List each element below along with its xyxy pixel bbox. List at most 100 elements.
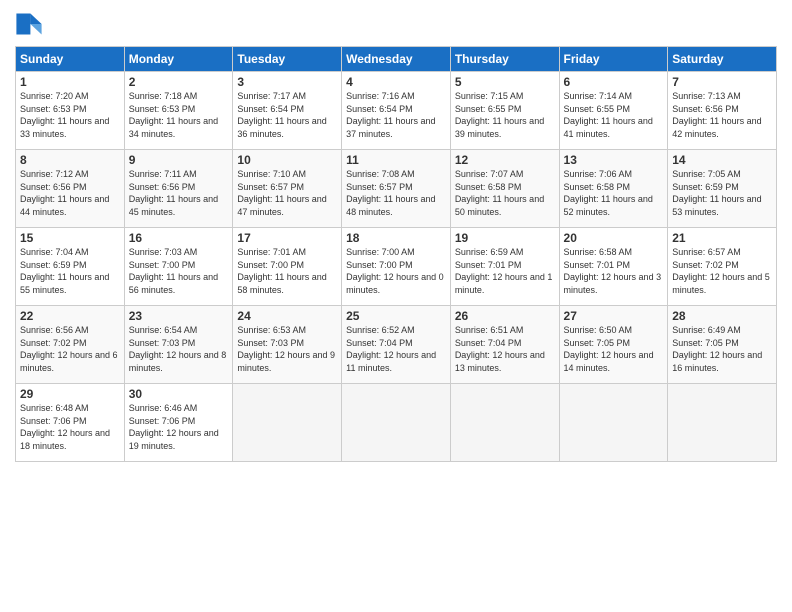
day-number: 23 (129, 309, 229, 323)
day-info: Sunrise: 6:51 AM Sunset: 7:04 PM Dayligh… (455, 324, 555, 374)
calendar-week-3: 15 Sunrise: 7:04 AM Sunset: 6:59 PM Dayl… (16, 228, 777, 306)
calendar-cell: 30 Sunrise: 6:46 AM Sunset: 7:06 PM Dayl… (124, 384, 233, 462)
calendar-cell: 2 Sunrise: 7:18 AM Sunset: 6:53 PM Dayli… (124, 72, 233, 150)
calendar-cell: 9 Sunrise: 7:11 AM Sunset: 6:56 PM Dayli… (124, 150, 233, 228)
calendar-cell: 12 Sunrise: 7:07 AM Sunset: 6:58 PM Dayl… (450, 150, 559, 228)
calendar-cell: 24 Sunrise: 6:53 AM Sunset: 7:03 PM Dayl… (233, 306, 342, 384)
weekday-header-monday: Monday (124, 47, 233, 72)
day-number: 17 (237, 231, 337, 245)
calendar-cell: 1 Sunrise: 7:20 AM Sunset: 6:53 PM Dayli… (16, 72, 125, 150)
day-info: Sunrise: 7:13 AM Sunset: 6:56 PM Dayligh… (672, 90, 772, 140)
day-number: 19 (455, 231, 555, 245)
weekday-header-friday: Friday (559, 47, 668, 72)
day-number: 2 (129, 75, 229, 89)
day-info: Sunrise: 7:11 AM Sunset: 6:56 PM Dayligh… (129, 168, 229, 218)
day-info: Sunrise: 7:06 AM Sunset: 6:58 PM Dayligh… (564, 168, 664, 218)
calendar-cell: 13 Sunrise: 7:06 AM Sunset: 6:58 PM Dayl… (559, 150, 668, 228)
weekday-header-tuesday: Tuesday (233, 47, 342, 72)
calendar-cell: 25 Sunrise: 6:52 AM Sunset: 7:04 PM Dayl… (342, 306, 451, 384)
day-info: Sunrise: 6:57 AM Sunset: 7:02 PM Dayligh… (672, 246, 772, 296)
day-number: 20 (564, 231, 664, 245)
page: SundayMondayTuesdayWednesdayThursdayFrid… (0, 0, 792, 612)
calendar-cell: 3 Sunrise: 7:17 AM Sunset: 6:54 PM Dayli… (233, 72, 342, 150)
day-number: 18 (346, 231, 446, 245)
day-number: 4 (346, 75, 446, 89)
day-info: Sunrise: 7:16 AM Sunset: 6:54 PM Dayligh… (346, 90, 446, 140)
calendar-cell: 14 Sunrise: 7:05 AM Sunset: 6:59 PM Dayl… (668, 150, 777, 228)
day-info: Sunrise: 6:56 AM Sunset: 7:02 PM Dayligh… (20, 324, 120, 374)
day-number: 24 (237, 309, 337, 323)
calendar-cell: 26 Sunrise: 6:51 AM Sunset: 7:04 PM Dayl… (450, 306, 559, 384)
weekday-header-sunday: Sunday (16, 47, 125, 72)
day-number: 9 (129, 153, 229, 167)
day-info: Sunrise: 7:12 AM Sunset: 6:56 PM Dayligh… (20, 168, 120, 218)
day-info: Sunrise: 7:18 AM Sunset: 6:53 PM Dayligh… (129, 90, 229, 140)
day-number: 29 (20, 387, 120, 401)
header (15, 10, 777, 38)
logo (15, 10, 47, 38)
calendar-cell: 4 Sunrise: 7:16 AM Sunset: 6:54 PM Dayli… (342, 72, 451, 150)
calendar-cell: 7 Sunrise: 7:13 AM Sunset: 6:56 PM Dayli… (668, 72, 777, 150)
calendar-week-2: 8 Sunrise: 7:12 AM Sunset: 6:56 PM Dayli… (16, 150, 777, 228)
calendar-cell: 27 Sunrise: 6:50 AM Sunset: 7:05 PM Dayl… (559, 306, 668, 384)
calendar-cell: 16 Sunrise: 7:03 AM Sunset: 7:00 PM Dayl… (124, 228, 233, 306)
calendar-cell: 17 Sunrise: 7:01 AM Sunset: 7:00 PM Dayl… (233, 228, 342, 306)
day-info: Sunrise: 7:08 AM Sunset: 6:57 PM Dayligh… (346, 168, 446, 218)
day-info: Sunrise: 6:54 AM Sunset: 7:03 PM Dayligh… (129, 324, 229, 374)
calendar-cell (342, 384, 451, 462)
calendar-cell: 20 Sunrise: 6:58 AM Sunset: 7:01 PM Dayl… (559, 228, 668, 306)
calendar-cell (559, 384, 668, 462)
calendar-week-5: 29 Sunrise: 6:48 AM Sunset: 7:06 PM Dayl… (16, 384, 777, 462)
day-number: 26 (455, 309, 555, 323)
day-info: Sunrise: 7:14 AM Sunset: 6:55 PM Dayligh… (564, 90, 664, 140)
day-info: Sunrise: 6:49 AM Sunset: 7:05 PM Dayligh… (672, 324, 772, 374)
calendar-cell: 18 Sunrise: 7:00 AM Sunset: 7:00 PM Dayl… (342, 228, 451, 306)
day-number: 25 (346, 309, 446, 323)
day-info: Sunrise: 6:48 AM Sunset: 7:06 PM Dayligh… (20, 402, 120, 452)
calendar-cell: 5 Sunrise: 7:15 AM Sunset: 6:55 PM Dayli… (450, 72, 559, 150)
day-info: Sunrise: 7:10 AM Sunset: 6:57 PM Dayligh… (237, 168, 337, 218)
day-number: 6 (564, 75, 664, 89)
calendar-cell: 29 Sunrise: 6:48 AM Sunset: 7:06 PM Dayl… (16, 384, 125, 462)
calendar-cell: 21 Sunrise: 6:57 AM Sunset: 7:02 PM Dayl… (668, 228, 777, 306)
day-info: Sunrise: 7:04 AM Sunset: 6:59 PM Dayligh… (20, 246, 120, 296)
day-number: 3 (237, 75, 337, 89)
logo-icon (15, 10, 43, 38)
day-number: 1 (20, 75, 120, 89)
calendar-cell: 11 Sunrise: 7:08 AM Sunset: 6:57 PM Dayl… (342, 150, 451, 228)
day-number: 16 (129, 231, 229, 245)
day-number: 22 (20, 309, 120, 323)
day-info: Sunrise: 7:00 AM Sunset: 7:00 PM Dayligh… (346, 246, 446, 296)
calendar-cell: 6 Sunrise: 7:14 AM Sunset: 6:55 PM Dayli… (559, 72, 668, 150)
day-number: 12 (455, 153, 555, 167)
calendar-cell: 28 Sunrise: 6:49 AM Sunset: 7:05 PM Dayl… (668, 306, 777, 384)
day-info: Sunrise: 7:07 AM Sunset: 6:58 PM Dayligh… (455, 168, 555, 218)
day-info: Sunrise: 6:50 AM Sunset: 7:05 PM Dayligh… (564, 324, 664, 374)
day-number: 14 (672, 153, 772, 167)
calendar-cell: 23 Sunrise: 6:54 AM Sunset: 7:03 PM Dayl… (124, 306, 233, 384)
calendar-cell: 19 Sunrise: 6:59 AM Sunset: 7:01 PM Dayl… (450, 228, 559, 306)
day-number: 7 (672, 75, 772, 89)
day-info: Sunrise: 7:05 AM Sunset: 6:59 PM Dayligh… (672, 168, 772, 218)
weekday-header-thursday: Thursday (450, 47, 559, 72)
day-info: Sunrise: 7:03 AM Sunset: 7:00 PM Dayligh… (129, 246, 229, 296)
weekday-header-row: SundayMondayTuesdayWednesdayThursdayFrid… (16, 47, 777, 72)
calendar-week-1: 1 Sunrise: 7:20 AM Sunset: 6:53 PM Dayli… (16, 72, 777, 150)
day-number: 15 (20, 231, 120, 245)
calendar-week-4: 22 Sunrise: 6:56 AM Sunset: 7:02 PM Dayl… (16, 306, 777, 384)
day-info: Sunrise: 7:20 AM Sunset: 6:53 PM Dayligh… (20, 90, 120, 140)
day-number: 13 (564, 153, 664, 167)
weekday-header-wednesday: Wednesday (342, 47, 451, 72)
day-info: Sunrise: 6:59 AM Sunset: 7:01 PM Dayligh… (455, 246, 555, 296)
calendar-cell (668, 384, 777, 462)
calendar-table: SundayMondayTuesdayWednesdayThursdayFrid… (15, 46, 777, 462)
day-number: 27 (564, 309, 664, 323)
day-number: 21 (672, 231, 772, 245)
day-info: Sunrise: 6:46 AM Sunset: 7:06 PM Dayligh… (129, 402, 229, 452)
day-number: 11 (346, 153, 446, 167)
day-info: Sunrise: 7:15 AM Sunset: 6:55 PM Dayligh… (455, 90, 555, 140)
calendar-cell (450, 384, 559, 462)
weekday-header-saturday: Saturday (668, 47, 777, 72)
calendar-cell: 15 Sunrise: 7:04 AM Sunset: 6:59 PM Dayl… (16, 228, 125, 306)
calendar-cell: 8 Sunrise: 7:12 AM Sunset: 6:56 PM Dayli… (16, 150, 125, 228)
